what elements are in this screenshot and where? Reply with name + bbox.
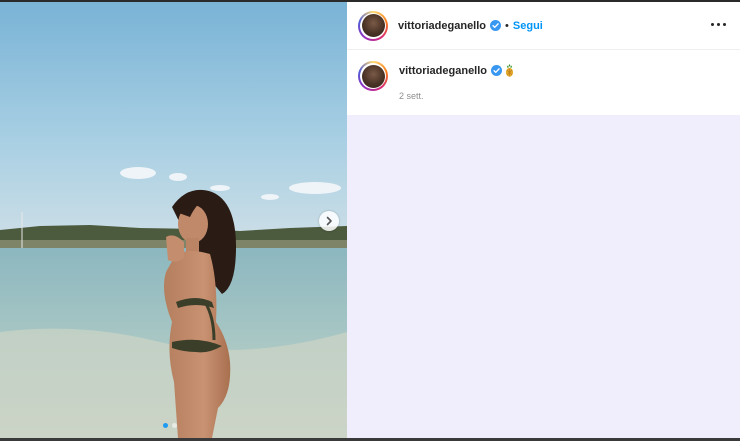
username-link[interactable]: vittoriadeganello bbox=[398, 20, 486, 32]
verified-badge-icon bbox=[490, 20, 502, 31]
post-photo bbox=[0, 2, 347, 438]
caption-avatar[interactable] bbox=[358, 61, 388, 91]
avatar-image bbox=[361, 64, 385, 88]
post-caption: vittoriadeganello 2 sett. bbox=[347, 50, 740, 115]
avatar[interactable] bbox=[358, 10, 388, 41]
verified-badge-icon bbox=[491, 65, 503, 76]
carousel-dot-2[interactable] bbox=[172, 423, 177, 428]
carousel-dot-1[interactable] bbox=[163, 423, 168, 428]
post-side-panel: vittoriadeganello • Segui vittoriadegane… bbox=[347, 2, 740, 438]
separator-dot: • bbox=[505, 19, 509, 32]
caption-line: vittoriadeganello bbox=[399, 64, 514, 77]
carousel-next-button[interactable] bbox=[319, 211, 339, 231]
post-header: vittoriadeganello • Segui bbox=[347, 2, 740, 50]
post-media[interactable] bbox=[0, 2, 347, 438]
chevron-right-icon bbox=[326, 216, 332, 226]
caption-username-link[interactable]: vittoriadeganello bbox=[399, 65, 487, 77]
follow-button[interactable]: Segui bbox=[513, 20, 543, 32]
carousel-indicator bbox=[163, 423, 177, 428]
pineapple-emoji-icon bbox=[505, 64, 514, 77]
more-options-icon[interactable] bbox=[711, 19, 726, 30]
post-timestamp[interactable]: 2 sett. bbox=[399, 91, 424, 101]
avatar-image bbox=[361, 14, 385, 37]
